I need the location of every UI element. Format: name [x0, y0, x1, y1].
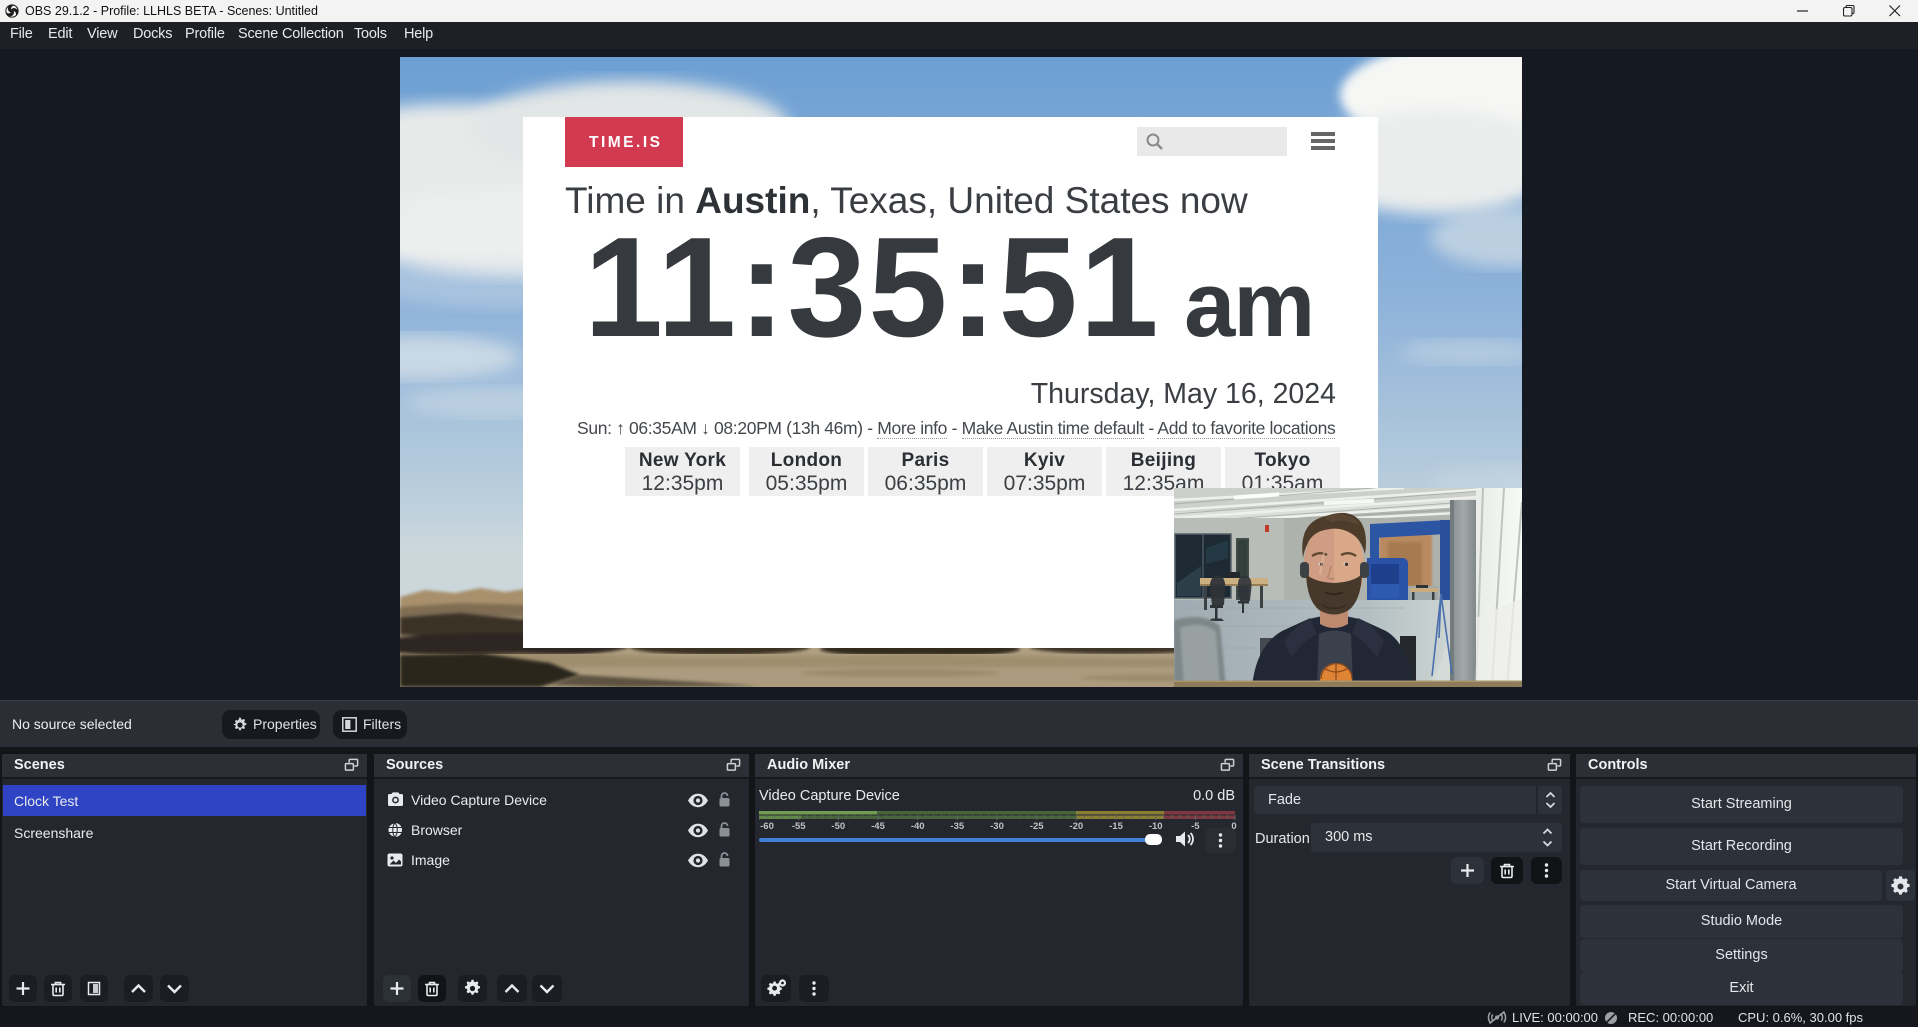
svg-text:-55: -55: [792, 821, 806, 832]
svg-text:-30: -30: [990, 821, 1004, 832]
svg-text:-50: -50: [831, 821, 845, 832]
svg-text:-35: -35: [950, 821, 964, 832]
svg-text:-60: -60: [760, 821, 774, 832]
svg-text:-45: -45: [871, 821, 885, 832]
svg-text:-25: -25: [1030, 821, 1044, 832]
svg-text:-40: -40: [911, 821, 925, 832]
svg-text:-15: -15: [1109, 821, 1123, 832]
svg-text:-20: -20: [1069, 821, 1083, 832]
svg-text:-10: -10: [1149, 821, 1163, 832]
